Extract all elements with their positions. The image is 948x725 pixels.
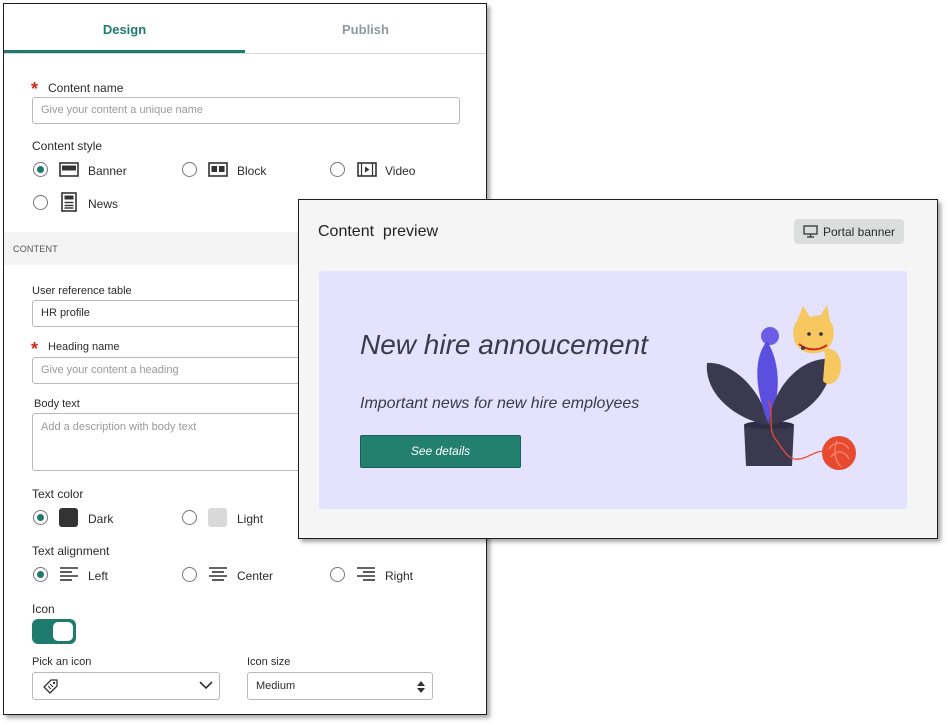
- icon-label: Icon: [32, 602, 55, 616]
- user-reference-table-label: User reference table: [32, 285, 132, 297]
- heading-name-placeholder: Give your content a heading: [41, 364, 179, 376]
- banner-icon: [59, 162, 79, 177]
- body-text-label: Body text: [34, 398, 80, 410]
- user-reference-table-select[interactable]: HR profile: [32, 300, 332, 327]
- tab-design[interactable]: Design: [4, 4, 245, 53]
- radio-news[interactable]: [33, 195, 48, 210]
- text-alignment-label: Text alignment: [32, 544, 110, 558]
- radio-align-right[interactable]: [330, 567, 345, 582]
- dark-swatch: [59, 508, 78, 527]
- tab-publish[interactable]: Publish: [245, 4, 486, 53]
- banner-preview: New hire annoucement Important news for …: [319, 271, 907, 509]
- news-icon: [61, 192, 77, 212]
- align-right-icon: [356, 566, 376, 582]
- portal-banner-label: Portal banner: [823, 225, 896, 239]
- content-name-label: Content name: [48, 81, 124, 95]
- user-reference-table-value: HR profile: [41, 307, 90, 319]
- option-block[interactable]: Block: [237, 164, 266, 178]
- content-name-input[interactable]: Give your content a unique name: [32, 97, 460, 124]
- align-center-icon: [208, 566, 228, 582]
- icon-size-value: Medium: [256, 680, 296, 692]
- icon-toggle[interactable]: [32, 619, 76, 644]
- option-banner[interactable]: Banner: [88, 164, 127, 178]
- option-light[interactable]: Light: [237, 512, 263, 526]
- monitor-icon: [803, 225, 818, 238]
- required-asterisk: *: [31, 339, 39, 359]
- toggle-knob: [53, 622, 73, 641]
- option-align-right[interactable]: Right: [385, 569, 413, 583]
- heading-name-input[interactable]: Give your content a heading: [32, 357, 332, 384]
- portal-banner-badge[interactable]: Portal banner: [794, 219, 904, 244]
- radio-video[interactable]: [330, 162, 345, 177]
- light-swatch: [208, 508, 227, 527]
- icon-size-label: Icon size: [247, 656, 291, 668]
- pick-icon-select[interactable]: [32, 672, 220, 700]
- option-align-left[interactable]: Left: [88, 569, 108, 583]
- body-text-placeholder: Add a description with body text: [41, 421, 197, 433]
- icon-size-select[interactable]: Medium: [247, 672, 433, 700]
- chevron-down-icon: [199, 680, 213, 690]
- content-name-placeholder: Give your content a unique name: [41, 104, 204, 116]
- tag-icon: [42, 678, 60, 694]
- option-align-center[interactable]: Center: [237, 569, 273, 583]
- updown-arrows-icon: [417, 681, 425, 693]
- pot: [744, 425, 794, 466]
- plant-cat-illustration: [706, 305, 856, 470]
- preview-title: Content preview: [318, 223, 439, 240]
- pick-icon-label: Pick an icon: [32, 656, 92, 668]
- radio-align-left[interactable]: [33, 567, 48, 582]
- radio-align-center[interactable]: [182, 567, 197, 582]
- radio-light[interactable]: [182, 510, 197, 525]
- tab-bar: Design Publish: [4, 4, 486, 54]
- banner-heading: New hire annoucement: [360, 329, 648, 360]
- see-details-button[interactable]: See details: [360, 435, 521, 468]
- banner-subheading: Important news for new hire employees: [360, 395, 640, 412]
- radio-dark[interactable]: [33, 510, 48, 525]
- video-icon: [357, 162, 377, 177]
- radio-banner[interactable]: [33, 162, 48, 177]
- content-style-label: Content style: [32, 139, 103, 153]
- purple-dot: [761, 327, 779, 345]
- option-news[interactable]: News: [88, 197, 118, 211]
- body-text-textarea[interactable]: Add a description with body text: [32, 413, 332, 471]
- option-video[interactable]: Video: [385, 164, 415, 178]
- option-dark[interactable]: Dark: [88, 512, 113, 526]
- section-header-label: CONTENT: [13, 244, 58, 254]
- heading-name-label: Heading name: [48, 341, 120, 353]
- block-icon: [208, 162, 228, 177]
- text-color-label: Text color: [32, 487, 84, 501]
- align-left-icon: [59, 566, 79, 582]
- radio-block[interactable]: [182, 162, 197, 177]
- content-preview-window: Content preview Portal banner New hire a…: [298, 199, 938, 539]
- required-asterisk: *: [31, 79, 39, 99]
